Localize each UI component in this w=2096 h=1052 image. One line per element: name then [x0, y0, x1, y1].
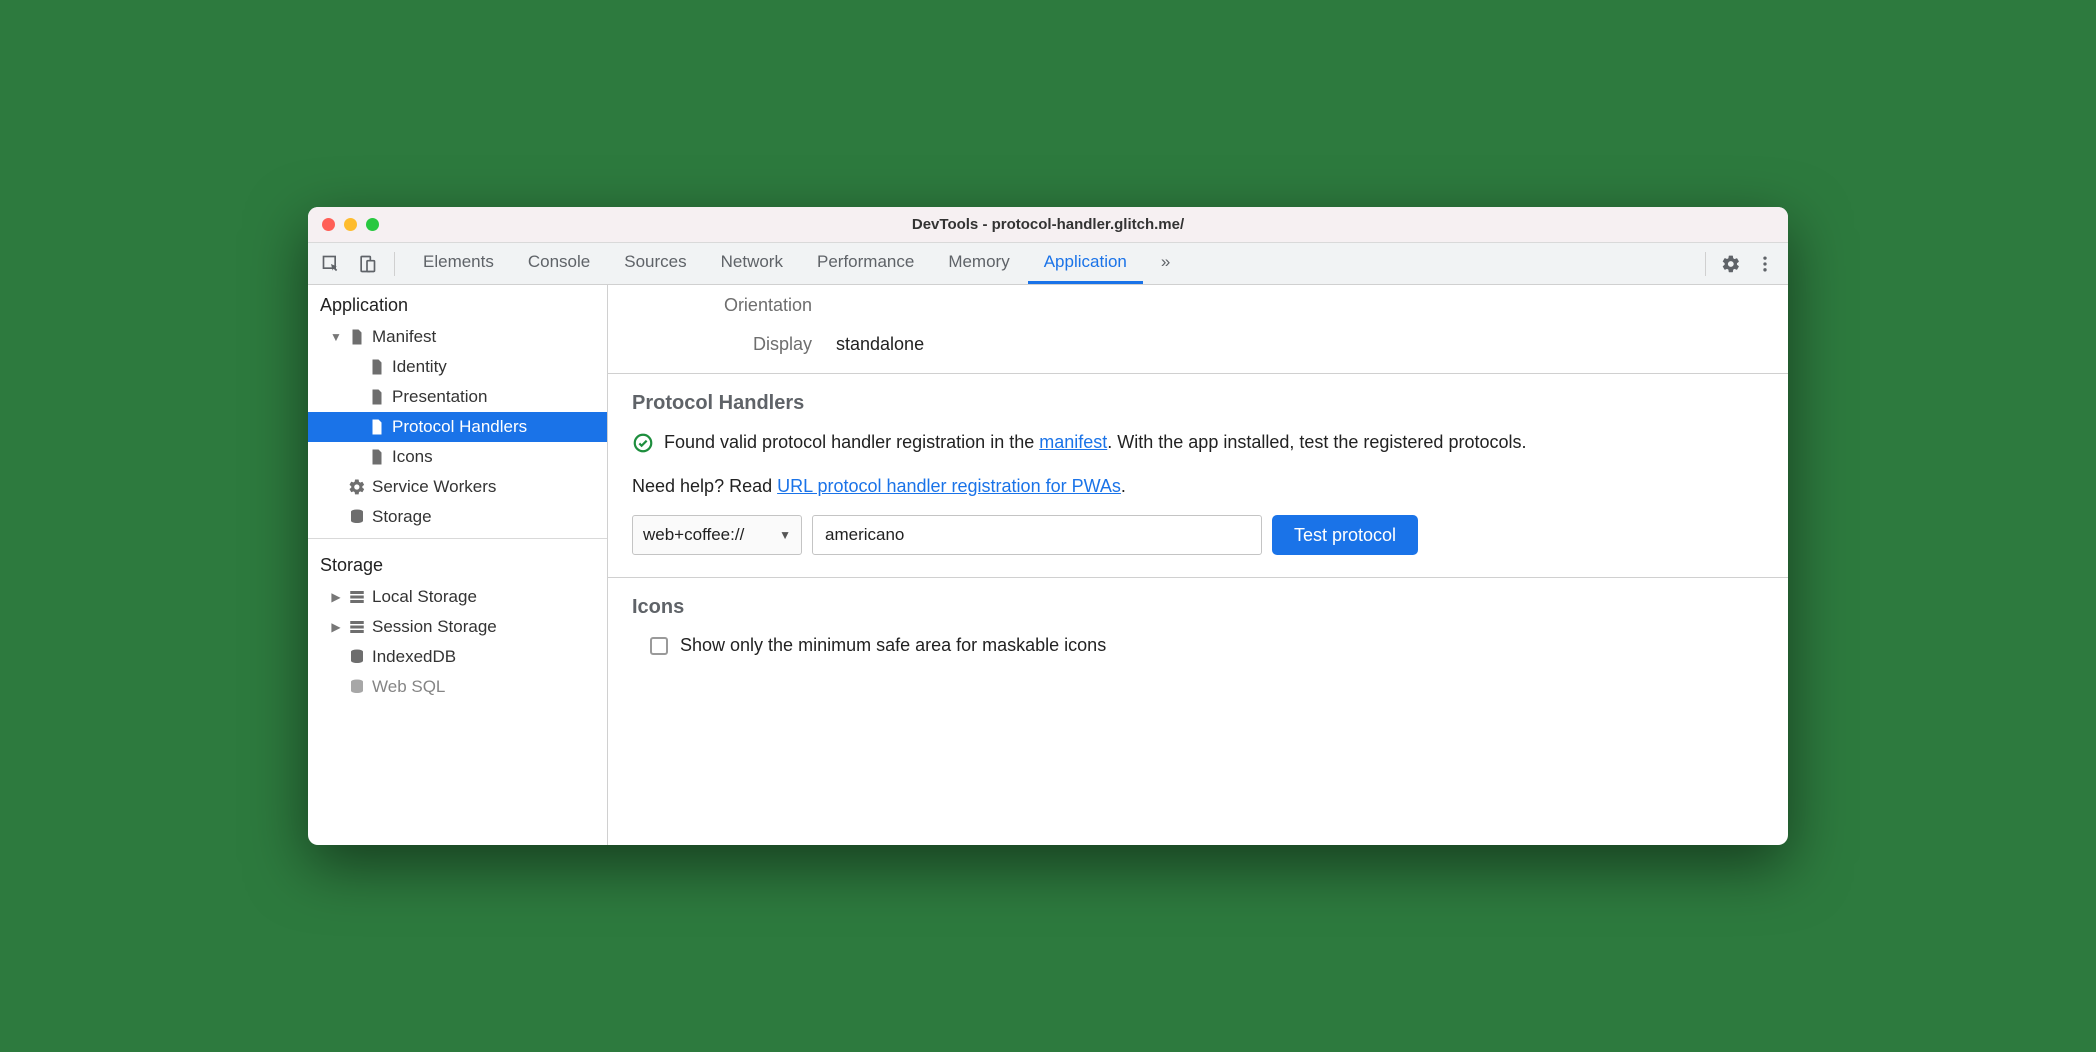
file-icon: [368, 418, 386, 436]
file-icon: [368, 388, 386, 406]
status-text: Found valid protocol handler registratio…: [664, 429, 1527, 456]
sidebar-item-label: Service Workers: [372, 477, 496, 497]
sidebar-item-label: Identity: [392, 357, 447, 377]
help-text: Need help? Read URL protocol handler reg…: [608, 466, 1788, 511]
window-controls: [322, 218, 379, 231]
chevron-down-icon: ▼: [330, 330, 342, 344]
database-icon: [348, 678, 366, 696]
sidebar-item-label: Presentation: [392, 387, 487, 407]
sidebar-item-presentation[interactable]: Presentation: [308, 382, 607, 412]
display-value: standalone: [836, 334, 924, 355]
tab-performance[interactable]: Performance: [801, 243, 930, 284]
test-protocol-button[interactable]: Test protocol: [1272, 515, 1418, 555]
protocol-handlers-status: Found valid protocol handler registratio…: [608, 425, 1788, 466]
tabs-overflow-button[interactable]: »: [1145, 243, 1186, 284]
main-content: Orientation Display standalone Protocol …: [608, 285, 1788, 845]
maskable-icons-row: Show only the minimum safe area for mask…: [608, 629, 1788, 674]
devtools-toolbar: Elements Console Sources Network Perform…: [308, 243, 1788, 285]
minimize-window-button[interactable]: [344, 218, 357, 231]
sidebar-divider: [308, 538, 607, 539]
sidebar-item-label: Web SQL: [372, 677, 445, 697]
protocol-handlers-heading: Protocol Handlers: [608, 374, 1788, 425]
manifest-link[interactable]: manifest: [1039, 432, 1107, 452]
protocol-select[interactable]: web+coffee:// ▼: [632, 515, 802, 555]
sidebar-item-local-storage[interactable]: ▶ Local Storage: [308, 582, 607, 612]
table-icon: [348, 588, 366, 606]
tab-elements[interactable]: Elements: [407, 243, 510, 284]
chevron-right-icon: ▶: [330, 620, 342, 634]
sidebar-section-storage: Storage: [308, 545, 607, 582]
toolbar-separator: [1705, 252, 1706, 276]
icons-heading: Icons: [608, 578, 1788, 629]
maskable-icons-label: Show only the minimum safe area for mask…: [680, 635, 1106, 656]
device-toolbar-icon[interactable]: [352, 249, 382, 279]
chevron-right-icon: ▶: [330, 590, 342, 604]
sidebar-item-label: Session Storage: [372, 617, 497, 637]
panel-body: Application ▼ Manifest Identity Presenta…: [308, 285, 1788, 845]
titlebar: DevTools - protocol-handler.glitch.me/: [308, 207, 1788, 243]
application-sidebar: Application ▼ Manifest Identity Presenta…: [308, 285, 608, 845]
window-title: DevTools - protocol-handler.glitch.me/: [308, 216, 1788, 233]
sidebar-item-label: IndexedDB: [372, 647, 456, 667]
sidebar-item-service-workers[interactable]: Service Workers: [308, 472, 607, 502]
orientation-label: Orientation: [632, 295, 812, 316]
inspect-element-icon[interactable]: [316, 249, 346, 279]
close-window-button[interactable]: [322, 218, 335, 231]
file-icon: [348, 328, 366, 346]
help-link[interactable]: URL protocol handler registration for PW…: [777, 476, 1121, 496]
sidebar-item-storage[interactable]: Storage: [308, 502, 607, 532]
tab-strip: Elements Console Sources Network Perform…: [407, 243, 1693, 284]
file-icon: [368, 358, 386, 376]
sidebar-item-label: Local Storage: [372, 587, 477, 607]
sidebar-item-label: Icons: [392, 447, 433, 467]
maximize-window-button[interactable]: [366, 218, 379, 231]
protocol-select-value: web+coffee://: [643, 525, 744, 545]
sidebar-item-protocol-handlers[interactable]: Protocol Handlers: [308, 412, 607, 442]
display-label: Display: [632, 334, 812, 355]
sidebar-item-icons[interactable]: Icons: [308, 442, 607, 472]
tab-application[interactable]: Application: [1028, 243, 1143, 284]
more-menu-icon[interactable]: [1750, 249, 1780, 279]
sidebar-item-indexeddb[interactable]: IndexedDB: [308, 642, 607, 672]
tab-console[interactable]: Console: [512, 243, 606, 284]
database-icon: [348, 508, 366, 526]
sidebar-item-label: Storage: [372, 507, 432, 527]
tab-memory[interactable]: Memory: [932, 243, 1025, 284]
protocol-path-input[interactable]: [812, 515, 1262, 555]
test-protocol-controls: web+coffee:// ▼ Test protocol: [608, 511, 1788, 577]
toolbar-separator: [394, 252, 395, 276]
sidebar-item-session-storage[interactable]: ▶ Session Storage: [308, 612, 607, 642]
settings-gear-icon[interactable]: [1716, 249, 1746, 279]
row-orientation: Orientation: [608, 295, 1788, 316]
tab-network[interactable]: Network: [705, 243, 799, 284]
sidebar-item-manifest[interactable]: ▼ Manifest: [308, 322, 607, 352]
sidebar-item-label: Protocol Handlers: [392, 417, 527, 437]
row-display: Display standalone: [608, 334, 1788, 355]
chevron-down-icon: ▼: [779, 528, 791, 542]
sidebar-item-label: Manifest: [372, 327, 436, 347]
sidebar-item-identity[interactable]: Identity: [308, 352, 607, 382]
sidebar-section-application: Application: [308, 285, 607, 322]
gear-icon: [348, 478, 366, 496]
devtools-window: DevTools - protocol-handler.glitch.me/ E…: [308, 207, 1788, 845]
database-icon: [348, 648, 366, 666]
sidebar-item-websql[interactable]: Web SQL: [308, 672, 607, 702]
file-icon: [368, 448, 386, 466]
maskable-icons-checkbox[interactable]: [650, 637, 668, 655]
table-icon: [348, 618, 366, 636]
check-circle-icon: [632, 432, 654, 462]
tab-sources[interactable]: Sources: [608, 243, 702, 284]
